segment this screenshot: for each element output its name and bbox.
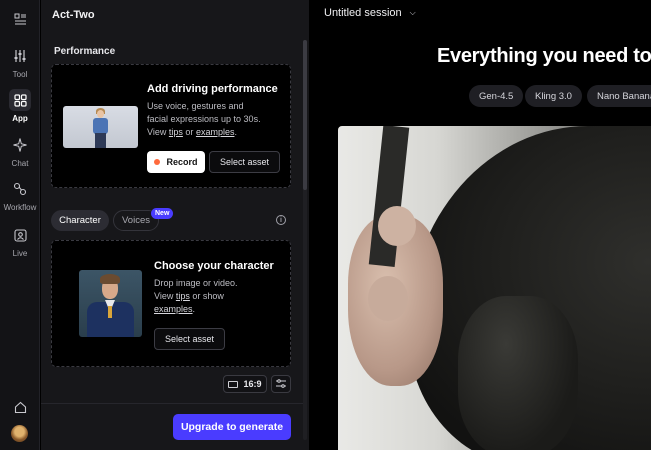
examples-link[interactable]: examples (196, 127, 235, 137)
live-icon (9, 224, 31, 246)
showcase-video[interactable] (338, 126, 651, 450)
aspect-ratio-button[interactable]: 16:9 (223, 375, 267, 393)
rail-item-chat[interactable]: Chat (0, 134, 40, 168)
character-description: Drop image or video. View tips or show e… (154, 278, 238, 314)
performance-description: Use voice, gestures and facial expressio… (147, 101, 261, 137)
character-tips-link[interactable]: tips (176, 291, 190, 301)
chevron-down-icon: ⌵ (409, 8, 416, 17)
new-badge: New (151, 208, 174, 219)
character-select-asset-button[interactable]: Select asset (154, 328, 225, 350)
tips-link[interactable]: tips (169, 127, 183, 137)
avatar[interactable] (11, 425, 28, 442)
rail-item-live[interactable]: Live (0, 224, 40, 258)
rail-item-app[interactable]: App (0, 89, 40, 123)
tab-character[interactable]: Character (51, 210, 109, 231)
character-examples-link[interactable]: examples (154, 304, 193, 314)
info-icon[interactable]: i (276, 215, 286, 225)
aspect-ratio-icon (228, 380, 239, 388)
panel-scrollbar-thumb[interactable] (303, 40, 307, 190)
menu-icon (9, 8, 31, 30)
session-title-dropdown[interactable]: Untitled session ⌵ (324, 7, 416, 19)
rail-home-button[interactable] (0, 396, 40, 418)
workflow-icon (9, 178, 31, 200)
apps-grid-icon (9, 89, 31, 111)
character-thumbnail (79, 270, 142, 337)
performance-thumbnail (63, 106, 138, 148)
rail-item-workflow[interactable]: Workflow (0, 178, 40, 212)
rail-label-tool: Tool (12, 70, 28, 79)
chat-icon (9, 134, 31, 156)
record-dot-icon (154, 159, 161, 165)
performance-section-label: Performance (54, 46, 116, 57)
performance-dropzone[interactable]: Add driving performance Use voice, gestu… (51, 64, 291, 188)
rail-menu-button[interactable] (0, 8, 40, 30)
performance-heading: Add driving performance (147, 83, 278, 95)
panel-divider (41, 403, 303, 404)
sliders-icon (9, 45, 31, 67)
hero-heading: Everything you need to (437, 45, 651, 67)
performance-select-asset-button[interactable]: Select asset (209, 151, 280, 173)
settings-button[interactable] (271, 375, 291, 393)
character-dropzone[interactable]: Choose your character Drop image or vide… (51, 240, 291, 367)
model-chip-gen45[interactable]: Gen-4.5 (469, 85, 524, 107)
left-rail: Tool App Chat Workflow Live (0, 0, 40, 450)
panel-title: Act-Two (52, 9, 95, 21)
model-chip-nano-banana[interactable]: Nano Banana (587, 85, 651, 107)
rail-label-app: App (12, 114, 28, 123)
upgrade-to-generate-button[interactable]: Upgrade to generate (173, 414, 291, 440)
rail-label-workflow: Workflow (3, 203, 37, 212)
home-icon (9, 396, 31, 418)
rail-label-chat: Chat (11, 159, 29, 168)
model-chip-kling[interactable]: Kling 3.0 (525, 85, 582, 107)
character-heading: Choose your character (154, 260, 274, 272)
rail-label-live: Live (12, 249, 28, 258)
main-area: Untitled session ⌵ Everything you need t… (310, 0, 651, 450)
rail-item-tool[interactable]: Tool (0, 45, 40, 79)
record-button[interactable]: Record (147, 151, 205, 173)
settings-sliders-icon (276, 375, 286, 393)
